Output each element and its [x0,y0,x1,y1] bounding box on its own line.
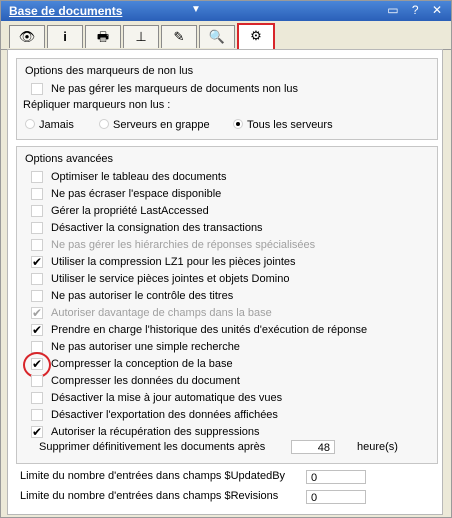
close-icon[interactable]: ✕ [432,3,445,17]
option-label: Compresser les données du document [51,375,240,387]
window-controls: ▭ ? ✕ [383,3,445,17]
tab-panel: Options des marqueurs de non lus Ne pas … [7,49,443,515]
title-bar: Base de documents ▼ ▭ ? ✕ [1,1,451,21]
tab-advanced[interactable]: ⚙ [237,23,275,51]
tab-index[interactable]: 🔍 [199,25,235,48]
radio-label: Tous les serveurs [247,119,333,131]
tab-design[interactable]: ⊥ [123,25,159,48]
delete-hours-input[interactable]: 48 [291,440,335,454]
eye-icon: 👁 [18,29,36,44]
option-label: Utiliser la compression LZ1 pour les piè… [51,256,296,268]
option-label: Désactiver l'exportation des données aff… [51,409,278,421]
section-title: Options des marqueurs de non lus [25,65,194,77]
checkbox[interactable]: ✔ [31,324,43,336]
checkbox[interactable] [31,83,43,95]
option-label: Compresser la conception de la base [51,358,233,370]
updated-by-limit-input[interactable]: 0 [306,470,366,484]
tab-print[interactable]: 🖶 [85,25,121,48]
design-icon: ⊥ [135,29,147,44]
option-label: Prendre en charge l'historique des unité… [51,324,368,336]
tab-bar: 👁 i 🖶 ⊥ ✎ 🔍 ⚙ [1,21,451,51]
title-dropdown-icon[interactable]: ▼ [191,4,201,15]
checkbox[interactable] [31,171,43,183]
delete-after-row: Supprimer définitivement les documents a… [39,439,429,455]
printer-icon: 🖶 [96,29,110,44]
option-label: Ne pas autoriser une simple recherche [51,341,240,353]
checkbox: ✔ [31,306,43,320]
checkbox[interactable] [31,392,43,404]
option-label: Ne pas autoriser le contrôle des titres [51,290,234,302]
option-label: Utiliser le service pièces jointes et ob… [51,273,290,285]
checkbox[interactable] [31,273,43,285]
checkbox[interactable] [31,409,43,421]
replicate-label: Répliquer marqueurs non lus : [23,99,171,111]
checkbox[interactable]: ✔ [31,426,43,438]
checkbox[interactable] [31,188,43,200]
section-title: Options avancées [25,153,114,165]
advanced-icon: ⚙ [250,28,262,43]
radio-label: Serveurs en grappe [113,119,210,131]
checkbox [31,239,43,251]
tab-basics[interactable]: 👁 [9,25,45,48]
advanced-options-section: Options avancées Optimiser le tableau de… [16,146,438,464]
radio-all-servers[interactable] [233,119,243,129]
properties-window: Base de documents ▼ ▭ ? ✕ 👁 i 🖶 ⊥ ✎ 🔍 ⚙ … [0,0,452,518]
option-label: Ne pas écraser l'espace disponible [51,188,222,200]
radio-cluster[interactable] [99,119,109,129]
option-label: Gérer la propriété LastAccessed [51,205,209,217]
revisions-limit-label: Limite du nombre d'entrées dans champs $… [20,490,279,502]
checkbox[interactable] [31,375,43,387]
option-label: Autoriser davantage de champs dans la ba… [51,307,272,319]
window-title[interactable]: Base de documents [9,4,122,18]
option-label: Ne pas gérer les marqueurs de documents … [51,83,299,95]
radio-label: Jamais [39,119,74,131]
replicate-radio-group: Jamais Serveurs en grappe Tous les serve… [25,117,425,133]
tab-info[interactable]: i [47,25,83,48]
checkbox[interactable] [31,222,43,234]
search-icon: 🔍 [208,29,226,44]
radio-never[interactable] [25,119,35,129]
unread-marks-section: Options des marqueurs de non lus Ne pas … [16,58,438,140]
option-label: Désactiver la mise à jour automatique de… [51,392,283,404]
help-icon[interactable]: ? [412,3,422,17]
tab-launch[interactable]: ✎ [161,25,197,48]
option-label: Optimiser le tableau des documents [51,171,227,183]
revisions-limit-input[interactable]: 0 [306,490,366,504]
option-label: Désactiver la consignation des transacti… [51,222,263,234]
option-label: Autoriser la récupération des suppressio… [51,426,260,438]
checkbox[interactable] [31,290,43,302]
hours-unit: heure(s) [357,441,398,453]
restore-icon[interactable]: ▭ [387,3,401,17]
pen-icon: ✎ [173,29,185,44]
checkbox[interactable]: ✔ [31,256,43,268]
checkbox[interactable] [31,205,43,217]
delete-after-label: Supprimer définitivement les documents a… [39,441,266,453]
info-icon: i [63,29,67,44]
option-label: Ne pas gérer les hiérarchies de réponses… [51,239,316,251]
updated-by-limit-label: Limite du nombre d'entrées dans champs $… [20,470,286,482]
